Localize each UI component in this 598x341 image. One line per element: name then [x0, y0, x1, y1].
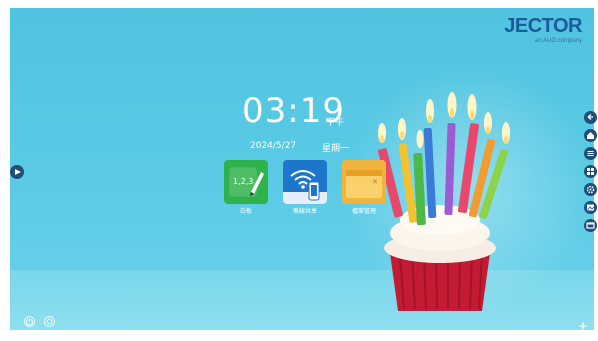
clock-widget: 03:19 下午: [242, 92, 345, 130]
clock-ampm: 下午: [326, 118, 345, 128]
window-icon[interactable]: [584, 219, 597, 232]
app-whiteboard[interactable]: 1,2,3 白板: [224, 160, 268, 215]
sparkle-icon[interactable]: [578, 316, 589, 331]
clock-date: 2024/5/27: [250, 141, 297, 151]
app-wireless-share[interactable]: 無線共享: [283, 160, 327, 215]
home-icon[interactable]: [584, 129, 597, 142]
wireless-share-icon: [283, 160, 327, 204]
svg-text:✕: ✕: [372, 178, 378, 186]
back-icon[interactable]: [584, 111, 597, 124]
svg-text:1,2,3: 1,2,3: [233, 177, 253, 186]
power-icon[interactable]: [24, 316, 35, 327]
brand-logo: JECTOR an AUO company: [504, 16, 582, 44]
settings-icon[interactable]: [584, 183, 597, 196]
app-wireless-share-label: 無線共享: [292, 208, 317, 215]
app-whiteboard-label: 白板: [239, 208, 252, 215]
page-dot[interactable]: [305, 334, 308, 337]
app-file-manager[interactable]: ✕ 檔案管理: [342, 160, 386, 215]
apps-icon[interactable]: [584, 165, 597, 178]
clock-weekday: 星期一: [322, 144, 350, 154]
left-panel-toggle-button[interactable]: [10, 165, 24, 179]
page-dot-active[interactable]: [299, 334, 302, 337]
logo-text: JECTOR: [504, 15, 582, 37]
logo-tagline: an AUO company: [534, 38, 582, 44]
page-indicator[interactable]: [299, 322, 311, 341]
gear-icon[interactable]: [44, 316, 55, 327]
whiteboard-icon: 1,2,3: [224, 160, 268, 204]
image-icon[interactable]: [584, 201, 597, 214]
folder-icon: ✕: [342, 160, 386, 204]
right-sidebar: [584, 111, 597, 237]
app-file-manager-label: 檔案管理: [351, 208, 376, 215]
menu-icon[interactable]: [584, 147, 597, 160]
